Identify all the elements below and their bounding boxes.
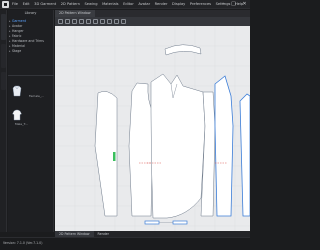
- sidebar-tab-library[interactable]: [1, 14, 6, 40]
- right-front-pattern-piece: [214, 75, 234, 217]
- back-pattern-piece: [128, 82, 154, 217]
- pattern-window: 2D Pattern Window: [55, 10, 250, 231]
- menu-item-file[interactable]: File: [12, 0, 18, 9]
- transform-tool-icon[interactable]: [65, 19, 70, 24]
- pocket-flap-pattern-piece: [172, 220, 188, 225]
- library-item-label: Female_...: [29, 94, 45, 98]
- pocket-flap-pattern-piece: [144, 220, 160, 225]
- library-tree: ▸ Garment ▸ Avatar ▸ Hanger ▸ Fabric ▸ Hardware a…: [8, 19, 53, 54]
- select-tool-icon[interactable]: [58, 19, 63, 24]
- menu-item-edit[interactable]: Edit: [23, 0, 30, 9]
- polygon-tool-icon[interactable]: [79, 19, 84, 24]
- library-tree-label: Stage: [12, 49, 22, 53]
- right-sleeve-pattern-piece: [239, 93, 250, 217]
- library-item-label: Male_T...: [15, 122, 28, 126]
- menu-bar: File Edit 3D Garment 2D Pattern Sewing Materi…: [0, 0, 250, 9]
- library-tree-item[interactable]: ▸ Stage: [8, 49, 53, 54]
- library-tree-label: Avatar: [12, 24, 23, 28]
- library-panel: Library ▸ Garment ▸ Avatar ▸ Hanger ▸ Fabric ▸ Ha…: [8, 10, 54, 232]
- edit-point-tool-icon[interactable]: [72, 19, 77, 24]
- menu-item-2d-pattern[interactable]: 2D Pattern: [61, 0, 80, 9]
- library-tree-label: Hardware and Trims: [12, 39, 44, 43]
- female-garment-thumbnail[interactable]: [12, 85, 22, 97]
- library-tree-label: Garment: [12, 19, 27, 23]
- notch-marker: [113, 152, 116, 161]
- tab-2d-pattern-window[interactable]: 2D Pattern Window: [55, 10, 95, 17]
- app-logo-icon: [2, 0, 9, 8]
- library-divider: [8, 75, 54, 76]
- pattern-canvas[interactable]: [55, 26, 250, 231]
- collar-pattern-piece: [164, 44, 202, 56]
- rectangle-tool-icon[interactable]: [86, 19, 91, 24]
- library-tree-label: Hanger: [12, 29, 24, 33]
- menu-item-editor[interactable]: Editor: [123, 0, 134, 9]
- front-pattern-piece: [150, 73, 206, 219]
- male-shirt-thumbnail[interactable]: [12, 109, 22, 121]
- maximize-button[interactable]: □: [229, 0, 238, 9]
- seam-tool-icon[interactable]: [107, 19, 112, 24]
- pattern-toolbar: [55, 17, 250, 26]
- menu-item-avatar[interactable]: Avatar: [138, 0, 150, 9]
- menu-item-materials[interactable]: Materials: [102, 0, 118, 9]
- sidebar-tab-object-browser[interactable]: [1, 44, 6, 68]
- menu-item-3d-garment[interactable]: 3D Garment: [34, 0, 56, 9]
- chevron-right-icon[interactable]: ▸: [9, 49, 11, 54]
- library-tree-label: Fabric: [12, 34, 22, 38]
- dart-tool-icon[interactable]: [100, 19, 105, 24]
- sidebar-tool-strip: [0, 10, 7, 232]
- minimize-button[interactable]: –: [219, 0, 228, 9]
- close-button[interactable]: ✕: [240, 0, 249, 9]
- menu-item-preferences[interactable]: Preferences: [190, 0, 211, 9]
- sidebar-tab-modular[interactable]: [1, 72, 6, 90]
- status-text: Version: 7.1.0 (Ver.7.1.0): [3, 241, 43, 245]
- library-tree-label: Material: [12, 44, 25, 48]
- sewing-tool-icon[interactable]: [121, 19, 126, 24]
- pattern-window-tabbar: 2D Pattern Window: [55, 10, 250, 17]
- status-bar: Version: 7.1.0 (Ver.7.1.0): [0, 237, 250, 250]
- circle-tool-icon[interactable]: [93, 19, 98, 24]
- library-title: Library: [24, 11, 37, 15]
- notch-tool-icon[interactable]: [114, 19, 119, 24]
- menu-item-sewing[interactable]: Sewing: [84, 0, 97, 9]
- library-header: Library: [8, 10, 53, 16]
- menu-item-render[interactable]: Render: [155, 0, 168, 9]
- menu-item-display[interactable]: Display: [172, 0, 185, 9]
